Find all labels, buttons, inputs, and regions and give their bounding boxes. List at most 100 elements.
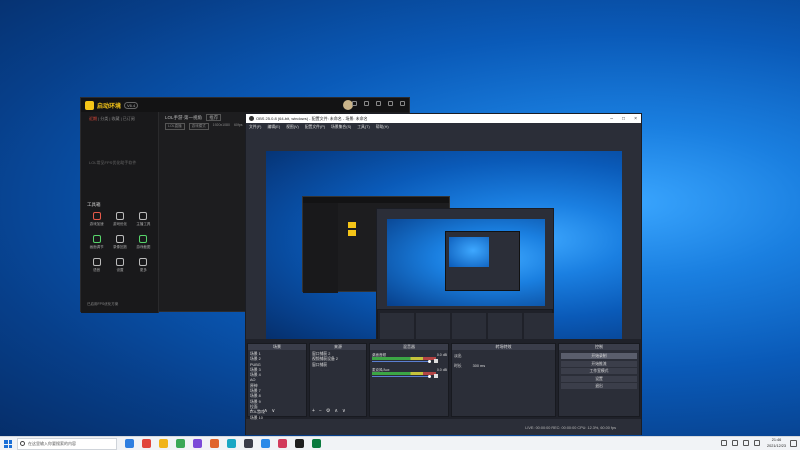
source-control-button[interactable]: + [312, 408, 315, 414]
info-pill[interactable]: 游戏模式 [188, 123, 209, 130]
control-button[interactable]: 退出 [561, 383, 637, 389]
source-item[interactable]: 视频捕获设备 2 [312, 357, 338, 362]
taskbar-search[interactable]: 在这里输入你要搜索的内容 [17, 438, 117, 450]
search-icon [20, 441, 25, 446]
menu-item[interactable]: 场景集合(S) [331, 123, 351, 131]
volume-slider-handle[interactable] [428, 360, 431, 363]
obs-menubar: 文件(F) 编辑(E) 视图(V) 配置文件(P) 场景集合(S) 工具(T) 帮助(H) [246, 123, 641, 131]
ime-icon[interactable] [754, 440, 760, 446]
taskbar-app-icon[interactable] [176, 439, 185, 448]
source-item[interactable]: 窗口捕获 [312, 363, 338, 368]
speaker-icon[interactable] [434, 359, 438, 363]
source-control-button[interactable]: − [319, 408, 322, 414]
source-control-button[interactable]: ∨ [342, 408, 346, 414]
tool-item[interactable]: 更多 [132, 258, 155, 273]
tool-label: 语音 [93, 268, 101, 272]
scene-control-button[interactable]: ∧ [264, 408, 268, 414]
transition-type-value: 淡出 [454, 354, 462, 358]
tool-icon [92, 258, 101, 266]
minimize-icon[interactable] [388, 101, 393, 106]
scene-control-button[interactable]: − [257, 408, 260, 414]
sidebar-tab-category[interactable]: 分类 [100, 116, 108, 121]
tool-item[interactable]: 主播工具 [132, 212, 155, 227]
transitions-header: 转场特效 [452, 344, 555, 350]
scene-control-button[interactable]: ∨ [272, 408, 276, 414]
tool-icon [92, 235, 101, 243]
tool-label: 游戏截图 [136, 245, 151, 249]
transition-type[interactable]: 淡出 [454, 354, 462, 359]
info-pill[interactable]: LOL直播 [165, 123, 185, 130]
menu-item[interactable]: 视图(V) [286, 123, 299, 131]
tool-item[interactable]: 游戏优化 [108, 212, 131, 227]
sidebar-tab-favorites[interactable]: 收藏 [112, 116, 120, 121]
taskbar-app-icon[interactable] [261, 439, 270, 448]
tool-item[interactable]: 游戏截图 [132, 235, 155, 250]
taskbar-app-icon[interactable] [142, 439, 151, 448]
scenes-dock: 场景 场景 1 场景 2 PUBG 场景 3 场景 4 AO 原神 场景 7 场景 8 场景 9拉… [247, 343, 307, 420]
control-button[interactable]: 工作室模式 [561, 368, 637, 374]
scene-control-button[interactable]: + [250, 408, 253, 414]
control-button[interactable]: 开始录制 [561, 353, 637, 359]
taskbar-app-icon[interactable] [312, 439, 321, 448]
tool-label: 画面调节 [89, 245, 104, 249]
tool-item[interactable]: 画面调节 [85, 235, 108, 250]
tool-item[interactable]: 游戏加速 [85, 212, 108, 227]
close-icon[interactable] [400, 101, 405, 106]
menu-item[interactable]: 编辑(E) [267, 123, 280, 131]
sidebar-tabs: 近期 | 分类 | 收藏 | 已订阅 [89, 116, 135, 121]
tool-item[interactable]: 设置 [108, 258, 131, 273]
menu-item[interactable]: 工具(T) [357, 123, 369, 131]
taskbar-app-icon[interactable] [210, 439, 219, 448]
mixer-row-mic: 麦克风/Aux 0.0 dB [372, 368, 447, 380]
sidebar-tab-recent[interactable]: 近期 [89, 116, 97, 121]
volume-slider[interactable] [372, 361, 430, 362]
start-button[interactable] [4, 440, 12, 448]
obs-statusbar: LIVE: 00:00:00 REC: 00:00:00 CPU: 12.3%,… [246, 422, 641, 435]
taskbar-apps [125, 439, 321, 448]
windows-logo-icon [4, 444, 8, 448]
tool-item[interactable]: 语音 [85, 258, 108, 273]
mixer-value: 0.0 dB [436, 368, 447, 372]
obs-title: OBS 25.0.8 (64-bit, windows) - 配置文件: 未命名… [256, 116, 368, 121]
volume-slider[interactable] [372, 376, 430, 377]
obs-preview-canvas[interactable] [266, 151, 622, 347]
taskbar-app-icon[interactable] [227, 439, 236, 448]
recommend-tag[interactable]: 推荐 [206, 114, 222, 121]
taskbar-app-icon[interactable] [159, 439, 168, 448]
control-button[interactable]: 设置 [561, 375, 637, 382]
transition-duration[interactable]: 时长 300 ms [454, 364, 485, 369]
stream-info: LOL直播 游戏模式 1920x1080 60fps [165, 123, 243, 130]
menu-item[interactable]: 文件(F) [249, 123, 261, 131]
tool-item[interactable]: 录像回放 [108, 235, 131, 250]
taskbar-app-icon[interactable] [278, 439, 287, 448]
taskbar-clock[interactable]: 21:46 2021/12/23 [767, 438, 786, 449]
app-window-controls [352, 101, 405, 106]
taskbar-app-icon[interactable] [295, 439, 304, 448]
menu-item[interactable]: 配置文件(P) [305, 123, 325, 131]
volume-slider-handle[interactable] [428, 375, 431, 378]
scene-item[interactable]: 场景 10 [250, 416, 265, 421]
menu-item[interactable]: 帮助(H) [376, 123, 389, 131]
tool-label: 录像回放 [112, 245, 127, 249]
speaker-icon[interactable] [434, 374, 438, 378]
skin-icon[interactable] [352, 101, 357, 106]
source-control-button[interactable]: ∧ [334, 408, 338, 414]
nested-sidebar [303, 203, 338, 293]
sidebar-tab-subscribed[interactable]: 已订阅 [123, 116, 135, 121]
nested-game-icon [348, 230, 356, 236]
tool-icon [115, 235, 124, 243]
source-control-button[interactable]: ⚙ [326, 408, 330, 414]
sidebar-empty-text: LOL常见FPS优化助手软件 [89, 160, 137, 165]
notification-icon[interactable] [790, 440, 797, 447]
menu-icon[interactable] [376, 101, 381, 106]
taskbar-app-icon[interactable] [244, 439, 253, 448]
network-icon[interactable] [732, 440, 738, 446]
chevron-up-icon[interactable] [721, 440, 727, 446]
taskbar-app-icon[interactable] [125, 439, 134, 448]
volume-icon[interactable] [743, 440, 749, 446]
control-button[interactable]: 开始推流 [561, 360, 637, 367]
system-tray [721, 440, 760, 446]
taskbar-app-icon[interactable] [193, 439, 202, 448]
message-icon[interactable] [364, 101, 369, 106]
search-placeholder: 在这里输入你要搜索的内容 [28, 441, 76, 446]
